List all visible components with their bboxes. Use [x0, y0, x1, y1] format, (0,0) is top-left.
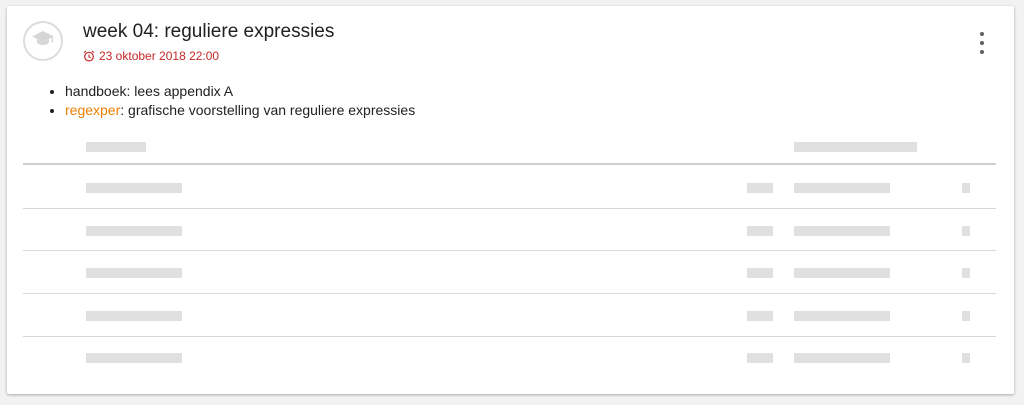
row-placeholder — [794, 268, 890, 278]
row-placeholder — [747, 226, 773, 236]
row-placeholder — [962, 268, 970, 278]
row-placeholder — [86, 183, 182, 193]
regexper-link[interactable]: regexper — [65, 102, 120, 118]
header-divider — [23, 163, 996, 165]
header-placeholder — [86, 142, 146, 152]
row-placeholder — [794, 226, 890, 236]
row-placeholder — [794, 311, 890, 321]
graduation-cap-icon — [31, 30, 55, 53]
description-item: handboek: lees appendix A — [65, 82, 415, 101]
row-divider — [23, 250, 996, 251]
alarm-clock-icon — [83, 50, 95, 62]
dot — [980, 50, 984, 54]
row-placeholder — [747, 353, 773, 363]
assignment-description: handboek: lees appendix A regexper: graf… — [45, 82, 415, 120]
row-placeholder — [747, 183, 773, 193]
more-options-button[interactable] — [972, 32, 992, 54]
assignment-avatar — [23, 21, 63, 61]
row-placeholder — [962, 353, 970, 363]
row-placeholder — [86, 226, 182, 236]
description-item-text: : grafische voorstelling van reguliere e… — [120, 102, 416, 118]
dot — [980, 32, 984, 36]
deadline: 23 oktober 2018 22:00 — [83, 49, 219, 63]
row-placeholder — [747, 268, 773, 278]
row-placeholder — [747, 311, 773, 321]
row-placeholder — [794, 353, 890, 363]
row-divider — [23, 208, 996, 209]
row-placeholder — [86, 268, 182, 278]
row-placeholder — [86, 311, 182, 321]
deadline-text: 23 oktober 2018 22:00 — [99, 49, 220, 63]
row-placeholder — [962, 311, 970, 321]
row-placeholder — [86, 353, 182, 363]
header-placeholder — [794, 142, 917, 152]
row-divider — [23, 293, 996, 294]
row-placeholder — [794, 183, 890, 193]
row-placeholder — [962, 183, 970, 193]
description-item: regexper: grafische voorstelling van reg… — [65, 101, 415, 120]
row-divider — [23, 336, 996, 337]
dot — [980, 41, 984, 45]
row-placeholder — [962, 226, 970, 236]
assignment-card: week 04: reguliere expressies 23 oktober… — [7, 6, 1014, 394]
assignment-title: week 04: reguliere expressies — [83, 21, 335, 42]
